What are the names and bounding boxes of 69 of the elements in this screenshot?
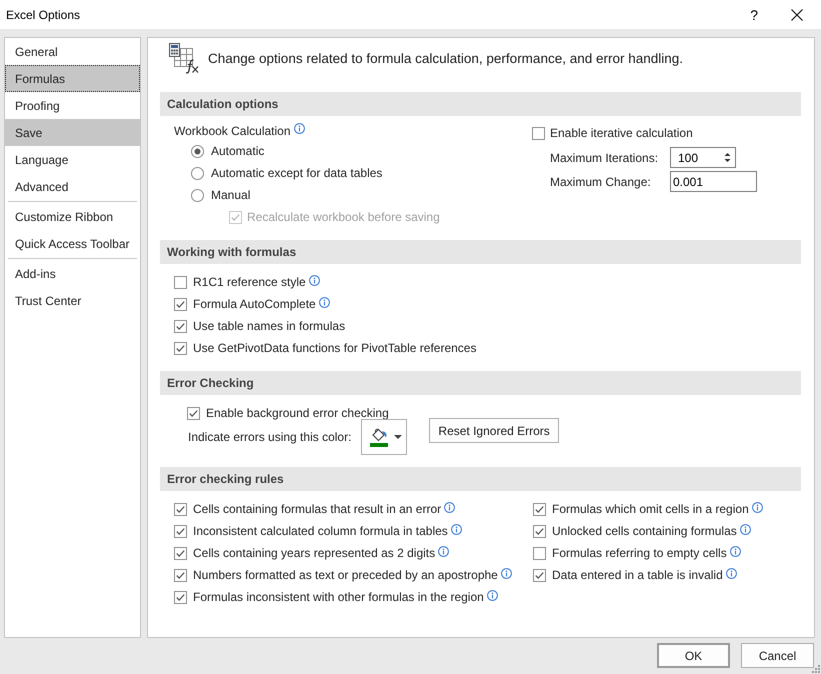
sidebar-item[interactable]: Proofing — [5, 92, 140, 119]
checkbox[interactable] — [533, 568, 546, 582]
grid-formula-icon — [168, 42, 200, 74]
sidebar-item[interactable]: Advanced — [5, 173, 140, 200]
radio-label[interactable]: Automatic — [211, 144, 264, 158]
sidebar-item[interactable]: Formulas — [5, 65, 140, 92]
paint-bucket-icon — [371, 428, 388, 442]
checkbox-label[interactable]: Enable background error checking — [206, 406, 389, 420]
page-description: Change options related to formula calculation, performance, and error handling. — [208, 50, 684, 66]
checkbox[interactable] — [533, 546, 546, 560]
field-label: Maximum Change: — [550, 174, 652, 188]
radio-label[interactable]: Manual — [211, 188, 250, 202]
radio-label[interactable]: Automatic except for data tables — [211, 166, 382, 180]
spin-arrows-icon[interactable] — [724, 152, 731, 163]
checkbox-label[interactable]: Formulas which omit cells in a region — [552, 502, 749, 516]
sidebar-item[interactable]: Language — [5, 146, 140, 173]
sidebar-item[interactable]: Save — [5, 119, 140, 146]
checkbox-label[interactable]: Cells containing formulas that result in an error — [193, 502, 442, 516]
color-picker-button[interactable] — [361, 419, 408, 455]
checkbox[interactable] — [174, 342, 187, 354]
sidebar-item[interactable]: General — [5, 38, 140, 65]
checkbox-label[interactable]: Formulas inconsistent with other formulas in the region — [193, 590, 484, 604]
checkbox-label[interactable]: Data entered in a table is invalid — [552, 568, 723, 582]
checkbox-label[interactable]: Enable iterative calculation — [550, 126, 693, 140]
help-button[interactable]: ? — [750, 6, 758, 22]
reset-ignored-errors-button[interactable]: Reset Ignored Errors — [429, 418, 559, 443]
checkbox-label[interactable]: Unlocked cells containing formulas — [552, 524, 737, 538]
dialog-button[interactable]: Cancel — [741, 643, 814, 668]
dialog-button[interactable]: OK — [657, 643, 730, 668]
checkbox-label[interactable]: Inconsistent calculated column formula in tables — [193, 524, 448, 538]
checkbox[interactable] — [187, 406, 200, 420]
sidebar-item[interactable]: Add-ins — [5, 260, 140, 287]
radio-button[interactable] — [191, 166, 204, 180]
checkbox-label[interactable]: Numbers formatted as text or preceded by an apostrophe — [193, 568, 498, 582]
checkbox[interactable] — [532, 126, 545, 140]
checkbox[interactable] — [174, 502, 187, 516]
close-icon[interactable] — [791, 8, 803, 20]
checkbox[interactable] — [174, 276, 187, 288]
section-header: Working with formulas — [160, 240, 801, 264]
checkbox-label[interactable]: R1C1 reference style — [193, 275, 306, 289]
checkbox[interactable] — [174, 298, 187, 310]
radio-button[interactable] — [191, 144, 204, 158]
caret-icon — [394, 435, 402, 439]
checkbox-label[interactable]: Cells containing years represented as 2 digits — [193, 546, 436, 560]
checkbox-label[interactable]: Use table names in formulas — [193, 319, 346, 333]
section-header: Error Checking — [160, 371, 801, 395]
checkbox[interactable] — [174, 320, 187, 332]
field-label: Indicate errors using this color: — [188, 430, 352, 444]
input-field[interactable]: 0.001 — [670, 171, 757, 192]
checkbox[interactable] — [174, 524, 187, 538]
checkbox-label[interactable]: Use GetPivotData functions for PivotTable references — [193, 341, 476, 355]
checkbox-label[interactable]: Formula AutoComplete — [193, 297, 316, 311]
radio-button[interactable] — [191, 188, 204, 202]
section-header: Calculation options — [160, 92, 801, 116]
group-label: Workbook Calculation — [174, 124, 291, 138]
sidebar-item[interactable]: Trust Center — [5, 287, 140, 314]
sidebar-item[interactable]: Customize Ribbon — [5, 203, 140, 230]
number-spin-field[interactable]: 100 — [670, 147, 736, 168]
checkbox[interactable] — [533, 524, 546, 538]
sidebar-item[interactable]: Quick Access Toolbar — [5, 230, 140, 257]
checkbox[interactable] — [174, 590, 187, 604]
window-title: Excel Options — [6, 8, 80, 22]
checkbox[interactable] — [174, 546, 187, 560]
checkbox[interactable] — [174, 568, 187, 582]
section-header: Error checking rules — [160, 467, 801, 491]
checkbox[interactable] — [533, 502, 546, 516]
checkbox-label[interactable]: Formulas referring to empty cells — [552, 546, 727, 560]
field-label: Maximum Iterations: — [550, 150, 660, 164]
resize-grip-icon[interactable] — [812, 665, 820, 673]
